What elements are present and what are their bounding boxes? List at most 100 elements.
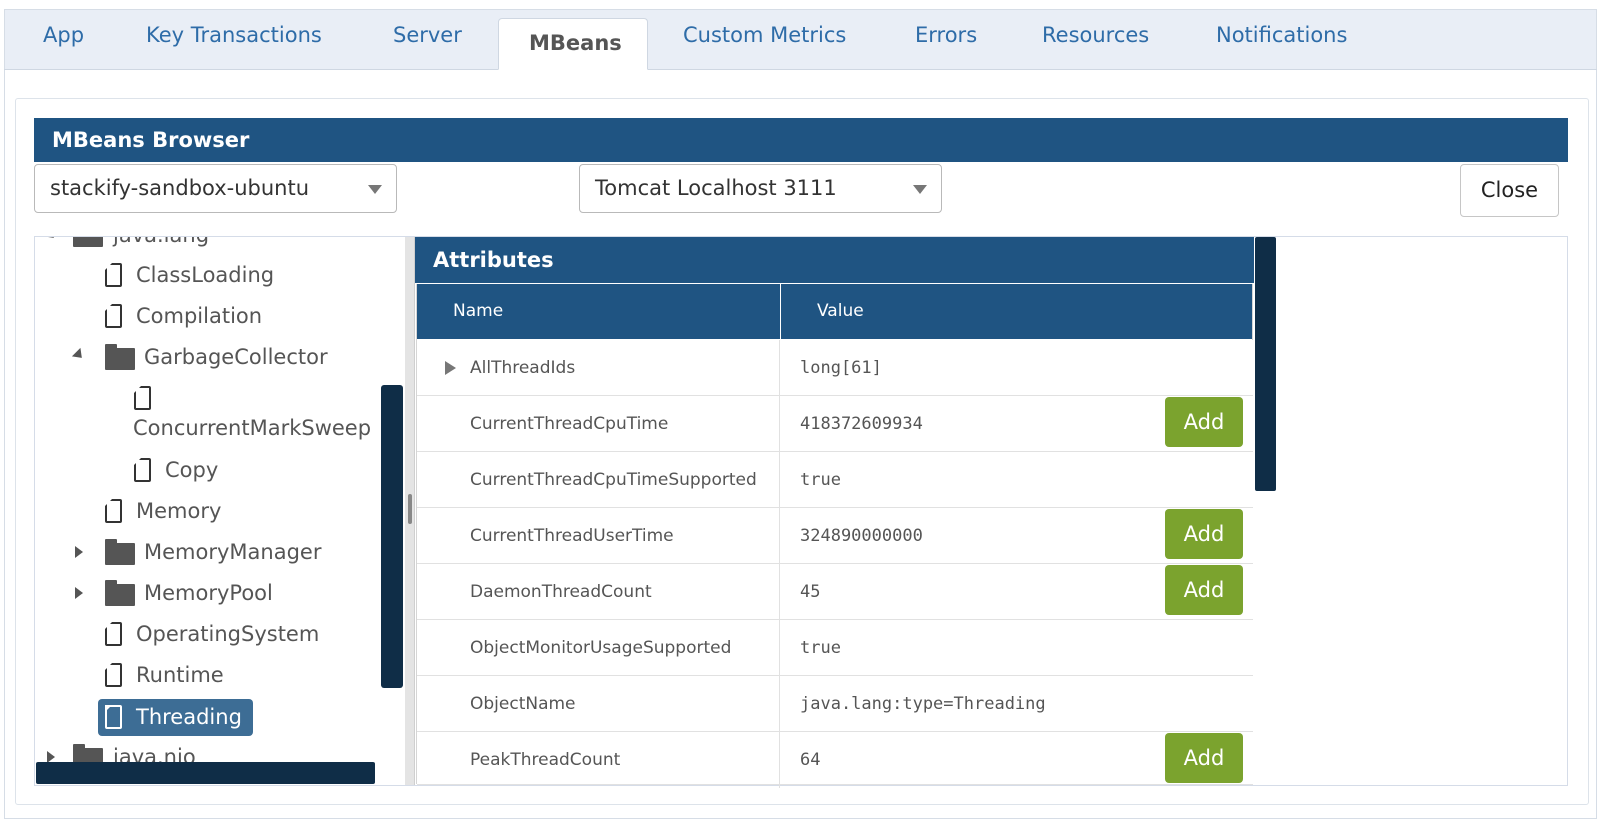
table-row: CurrentThreadCpuTimeSupported true [417, 452, 1253, 508]
tree-item-label: MemoryPool [144, 581, 273, 605]
attributes-vertical-scrollbar[interactable] [1255, 237, 1276, 491]
folder-icon [73, 237, 103, 247]
tab-notifications[interactable]: Notifications [1186, 10, 1377, 61]
column-divider [779, 452, 780, 508]
tree-item-copy[interactable]: Copy [35, 450, 218, 490]
column-header-name[interactable]: Name [417, 284, 780, 339]
chevron-down-icon [913, 185, 927, 194]
folder-icon [105, 580, 135, 606]
tree-item-java-lang[interactable]: java.lang [43, 237, 209, 255]
column-divider [779, 396, 780, 452]
file-icon [134, 458, 151, 482]
pane-splitter[interactable] [405, 237, 415, 785]
tree-item-label: Copy [165, 458, 219, 482]
attribute-name: DaemonThreadCount [470, 582, 652, 602]
file-icon [105, 304, 122, 328]
tree-item-classloading[interactable]: ClassLoading [35, 255, 274, 295]
tree-item-compilation[interactable]: Compilation [35, 296, 262, 336]
add-metric-button[interactable]: Add [1165, 733, 1243, 783]
attribute-value: true [800, 638, 841, 658]
tree-item-label: ConcurrentMarkSweep [133, 416, 372, 440]
column-divider [779, 732, 780, 788]
attribute-name: CurrentThreadCpuTimeSupported [470, 470, 757, 490]
tree-item-threading[interactable]: Threading [98, 699, 253, 736]
file-icon [105, 499, 122, 523]
tree-item-label: java.lang [113, 237, 209, 255]
attribute-name: AllThreadIds [470, 358, 576, 378]
expand-arrow-icon[interactable] [445, 361, 456, 375]
tab-key-transactions[interactable]: Key Transactions [116, 10, 352, 61]
mbean-tree: java.lang ClassLoading Compilation Garba… [35, 237, 405, 785]
add-metric-button[interactable]: Add [1165, 565, 1243, 615]
file-icon [105, 663, 122, 687]
tab-app[interactable]: App [13, 10, 114, 61]
tab-errors[interactable]: Errors [885, 10, 1007, 61]
attribute-value: 45 [800, 582, 821, 602]
tree-item-label: Memory [136, 499, 222, 523]
attribute-name: ObjectName [470, 694, 576, 714]
expanded-arrow-icon[interactable] [71, 347, 87, 363]
collapsed-arrow-icon[interactable] [75, 546, 83, 558]
tree-vertical-scrollbar[interactable] [381, 385, 403, 688]
tree-item-label: GarbageCollector [144, 345, 328, 369]
add-metric-button[interactable]: Add [1165, 509, 1243, 559]
tree-item-label: Runtime [136, 663, 224, 687]
attribute-value: true [800, 470, 841, 490]
tree-item-label: Compilation [136, 304, 263, 328]
add-metric-button[interactable]: Add [1165, 397, 1243, 447]
column-divider [779, 340, 780, 396]
close-button[interactable]: Close [1460, 164, 1559, 217]
table-row: ObjectName java.lang:type=Threading [417, 676, 1253, 732]
attribute-name: CurrentThreadUserTime [470, 526, 674, 546]
folder-icon [105, 539, 135, 565]
file-icon [105, 622, 122, 646]
server-select-value: stackify-sandbox-ubuntu [50, 176, 310, 200]
tree-item-garbagecollector[interactable]: GarbageCollector [35, 337, 328, 377]
chevron-down-icon [368, 185, 382, 194]
tree-item-memorymanager[interactable]: MemoryManager [35, 532, 321, 572]
attributes-title: Attributes [415, 237, 1254, 283]
tree-item-operatingsystem[interactable]: OperatingSystem [35, 614, 319, 654]
attribute-value: 64 [800, 750, 821, 770]
column-divider [779, 564, 780, 620]
attribute-name: ObjectMonitorUsageSupported [470, 638, 732, 658]
app-select-value: Tomcat Localhost 3111 [595, 176, 837, 200]
table-row: DaemonThreadCount 45 Add [417, 564, 1253, 620]
table-row: PeakThreadCount 64 Add [417, 732, 1253, 788]
collapsed-arrow-icon[interactable] [75, 587, 83, 599]
attribute-name: PeakThreadCount [470, 750, 621, 770]
attribute-value: 324890000000 [800, 526, 923, 546]
column-divider [779, 620, 780, 676]
table-row: CurrentThreadUserTime 324890000000 Add [417, 508, 1253, 564]
tree-item-label: OperatingSystem [136, 622, 320, 646]
tree-horizontal-scrollbar[interactable] [36, 762, 375, 784]
column-divider [779, 508, 780, 564]
tree-item-memorypool[interactable]: MemoryPool [35, 573, 273, 613]
tree-item-label: ClassLoading [136, 263, 275, 287]
expanded-arrow-icon[interactable] [43, 237, 59, 243]
app-select[interactable]: Tomcat Localhost 3111 [579, 164, 942, 213]
column-divider [779, 676, 780, 732]
attribute-name: CurrentThreadCpuTime [470, 414, 669, 434]
tab-bar-divider [4, 69, 1597, 70]
file-icon [105, 263, 122, 287]
mbeans-browser-title: MBeans Browser [34, 118, 1568, 162]
attribute-value: 418372609934 [800, 414, 923, 434]
splitter-grip[interactable] [408, 494, 412, 524]
attribute-value: java.lang:type=Threading [800, 694, 1046, 714]
table-row: ObjectMonitorUsageSupported true [417, 620, 1253, 676]
tree-item-runtime[interactable]: Runtime [35, 655, 224, 695]
table-row: CurrentThreadCpuTime 418372609934 Add [417, 396, 1253, 452]
table-row: AllThreadIds long[61] [417, 340, 1253, 396]
server-select[interactable]: stackify-sandbox-ubuntu [34, 164, 397, 213]
column-header-value[interactable]: Value [781, 284, 1253, 339]
file-icon [105, 705, 122, 729]
file-icon [134, 386, 151, 410]
tab-server[interactable]: Server [363, 10, 492, 61]
tab-custom-metrics[interactable]: Custom Metrics [653, 10, 876, 61]
tab-mbeans[interactable]: MBeans [498, 18, 648, 70]
tree-item-memory[interactable]: Memory [35, 491, 221, 531]
tab-resources[interactable]: Resources [1012, 10, 1179, 61]
attribute-value: long[61] [800, 358, 882, 378]
folder-icon [105, 344, 135, 370]
